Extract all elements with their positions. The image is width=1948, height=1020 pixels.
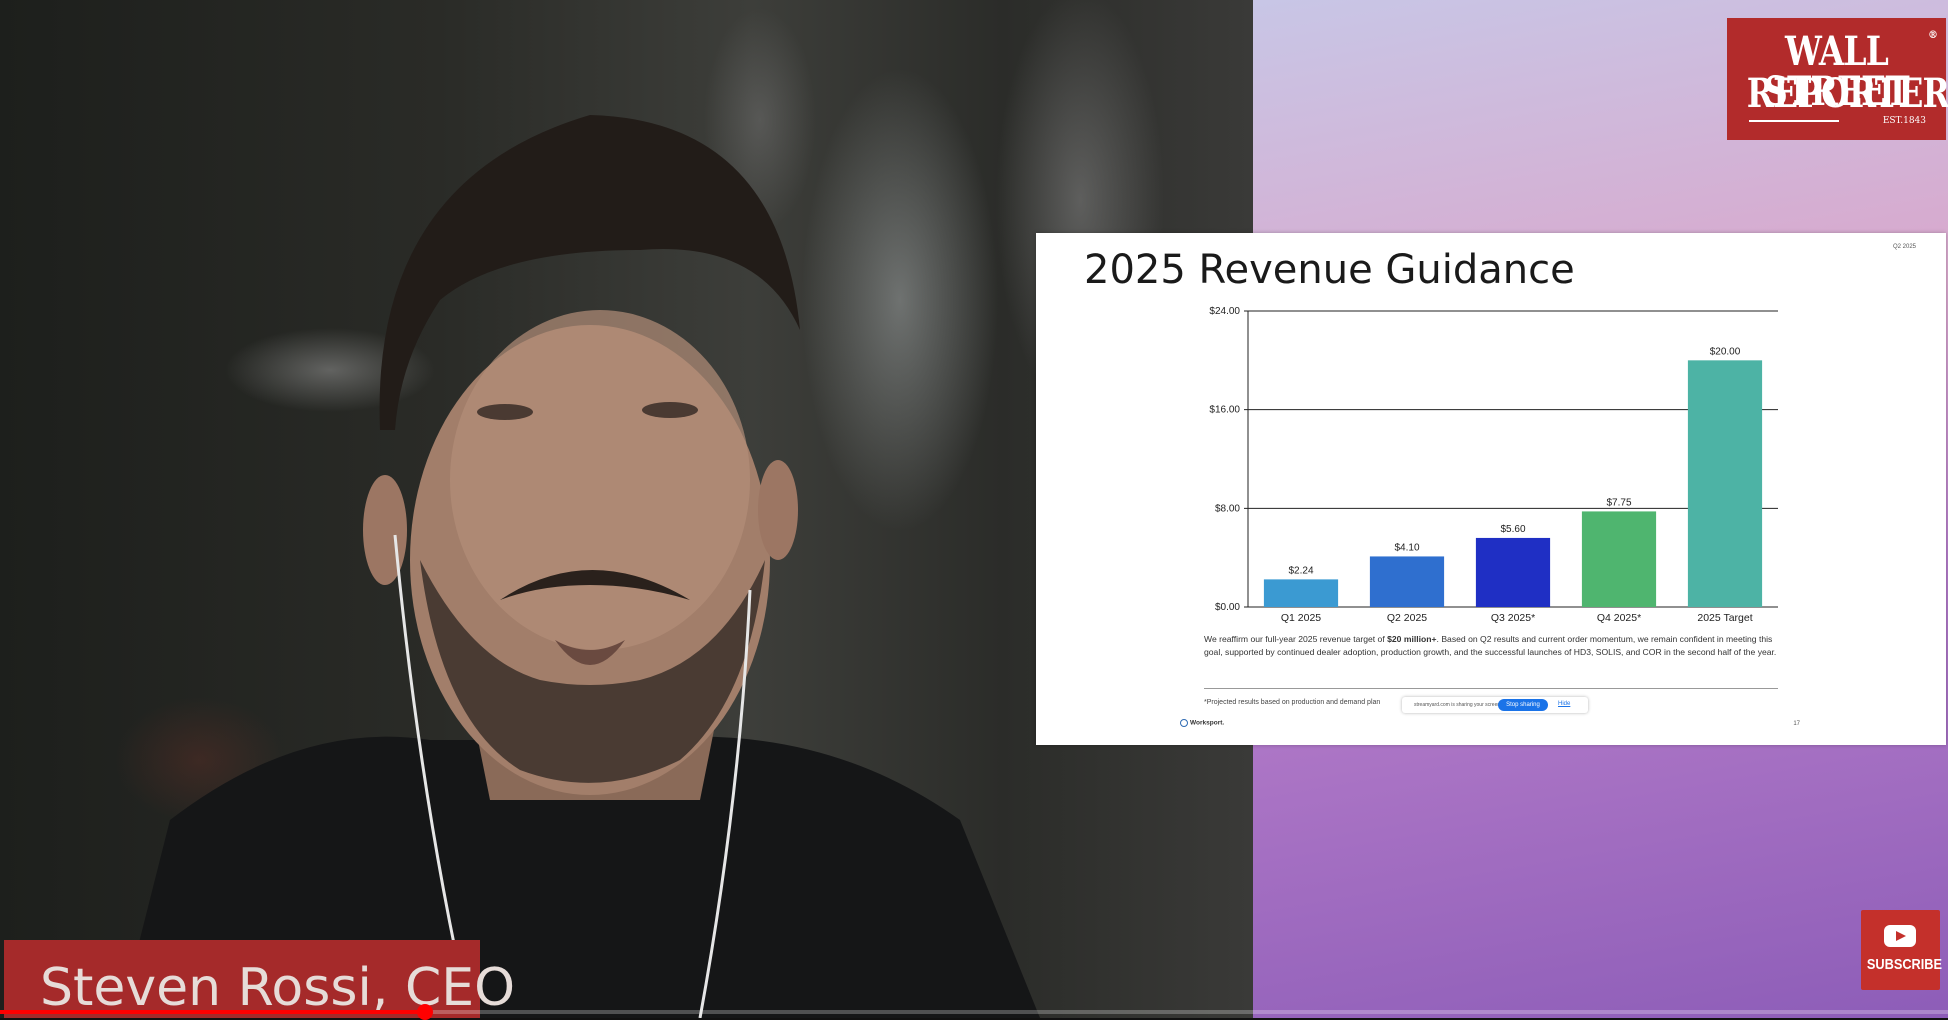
hide-link[interactable]: Hide	[1558, 701, 1570, 707]
shared-slide: 2025 Revenue Guidance Q2 2025 $0.00 $8.00…	[1036, 233, 1946, 745]
x-tick-label: Q1 2025	[1281, 612, 1321, 624]
logo-line-2: REPORTER	[1746, 70, 1948, 117]
bar	[1581, 511, 1657, 607]
y-tick-label: $0.00	[1215, 602, 1240, 613]
bar-value-label: $7.75	[1606, 497, 1631, 508]
subscribe-button[interactable]: SUBSCRIBE	[1861, 910, 1943, 990]
registered-mark: ®	[1928, 30, 1938, 41]
y-tick-label: $24.00	[1209, 306, 1240, 317]
bar	[1475, 537, 1551, 607]
bar	[1687, 360, 1763, 607]
y-tick-label: $8.00	[1215, 503, 1240, 514]
revenue-bar-chart: $0.00 $8.00 $16.00 $24.00 $2.24 Q1 2025 $4.10 Q…	[1209, 306, 1778, 624]
body-text-run: $20 million+	[1387, 634, 1437, 644]
subscribe-label: SUBSCRIBE	[1866, 956, 1943, 973]
bar	[1263, 579, 1339, 607]
bar-value-label: $20.00	[1710, 346, 1741, 357]
stop-sharing-button[interactable]: Stop sharing	[1498, 699, 1548, 711]
worksport-logo-icon	[1180, 719, 1188, 727]
youtube-play-icon	[1884, 925, 1916, 947]
y-tick-label: $16.00	[1209, 405, 1240, 416]
brand-label: Worksport.	[1190, 719, 1225, 727]
wall-street-reporter-logo: ® WALL STREET REPORTER EST.1843	[1727, 18, 1948, 140]
share-notice-text: streamyard.com is sharing your screen.	[1414, 702, 1502, 708]
slide-body-text: We reaffirm our full-year 2025 revenue t…	[1204, 633, 1784, 659]
slide-page-number: 17	[1793, 721, 1800, 727]
body-text-run: We reaffirm our full-year 2025 revenue t…	[1204, 634, 1388, 644]
x-tick-label: 2025 Target	[1697, 612, 1752, 624]
bar	[1369, 556, 1445, 607]
speaker-name: Steven Rossi, CEO	[40, 958, 516, 1018]
bar-value-label: $2.24	[1288, 565, 1313, 576]
lower-third-nameplate: Steven Rossi, CEO	[4, 940, 515, 1018]
bar-value-label: $4.10	[1394, 542, 1419, 553]
bar-value-label: $5.60	[1500, 524, 1525, 535]
screen-share-notice: streamyard.com is sharing your screen. S…	[1402, 697, 1588, 713]
logo-est: EST.1843	[1882, 116, 1926, 126]
x-tick-label: Q2 2025	[1387, 612, 1427, 624]
video-progress-bar[interactable]	[0, 1004, 1948, 1020]
logo-rule	[1749, 120, 1839, 122]
x-tick-label: Q4 2025*	[1597, 612, 1641, 624]
slide-footnote: *Projected results based on production a…	[1204, 699, 1381, 706]
x-tick-label: Q3 2025*	[1491, 612, 1535, 624]
slide-divider	[1204, 688, 1778, 689]
worksport-brand: Worksport.	[1180, 719, 1224, 727]
progress-fill	[0, 1010, 425, 1014]
